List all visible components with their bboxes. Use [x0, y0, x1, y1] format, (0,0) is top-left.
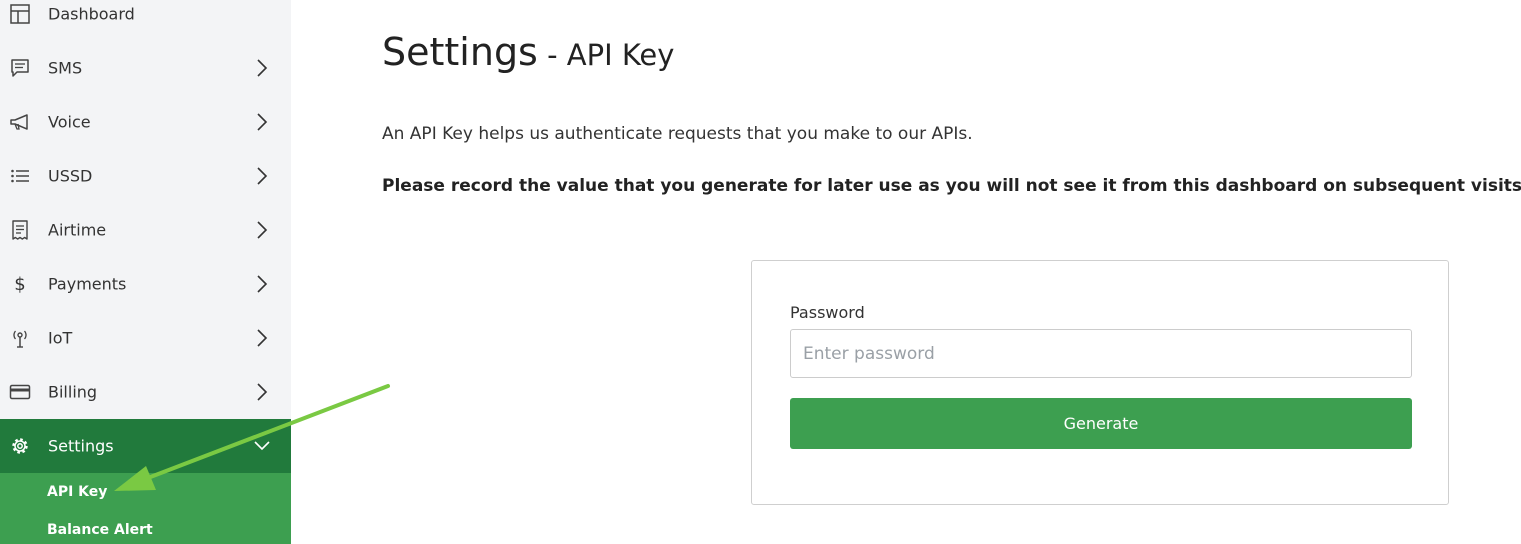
- chevron-right-icon: [257, 113, 268, 131]
- sidebar-item-label: Payments: [48, 274, 127, 294]
- gear-icon: [9, 435, 31, 457]
- receipt-icon: [9, 219, 31, 241]
- page-title-main: Settings: [382, 30, 538, 74]
- sidebar-item-label: Dashboard: [48, 4, 135, 24]
- megaphone-icon: [9, 111, 31, 133]
- sidebar-item-label: Airtime: [48, 220, 107, 240]
- svg-text:$: $: [14, 274, 25, 295]
- page-subtitle: API Key: [566, 38, 675, 72]
- sidebar-item-label: Settings: [48, 436, 114, 456]
- sidebar: Dashboard SMS Voice USSD Airtime $ Payme…: [0, 0, 291, 544]
- dollar-icon: $: [9, 273, 31, 295]
- chevron-right-icon: [257, 275, 268, 293]
- warning-note: Please record the value that you generat…: [382, 176, 1521, 196]
- chevron-down-icon: [254, 441, 270, 451]
- sidebar-item-billing[interactable]: Billing: [0, 365, 291, 419]
- settings-submenu: API Key Balance Alert: [0, 473, 291, 544]
- sidebar-item-sms[interactable]: SMS: [0, 41, 291, 95]
- antenna-icon: [9, 327, 31, 349]
- sidebar-item-dashboard[interactable]: Dashboard: [0, 0, 291, 41]
- sidebar-item-label: SMS: [48, 58, 83, 78]
- credit-card-icon: [9, 381, 31, 403]
- chevron-right-icon: [257, 329, 268, 347]
- password-label: Password: [790, 303, 865, 322]
- page-title-separator: -: [537, 38, 567, 72]
- list-icon: [9, 165, 31, 187]
- sidebar-item-label: IoT: [48, 328, 73, 348]
- sidebar-item-voice[interactable]: Voice: [0, 95, 291, 149]
- chevron-right-icon: [257, 167, 268, 185]
- chevron-right-icon: [257, 221, 268, 239]
- submenu-item-api-key[interactable]: API Key: [47, 484, 107, 500]
- sidebar-item-ussd[interactable]: USSD: [0, 149, 291, 203]
- sidebar-item-label: Voice: [48, 112, 91, 132]
- password-input[interactable]: [790, 329, 1412, 378]
- sidebar-item-label: Billing: [48, 382, 98, 402]
- submenu-item-balance-alert[interactable]: Balance Alert: [47, 522, 153, 538]
- sidebar-item-settings[interactable]: Settings: [0, 419, 291, 473]
- sidebar-item-label: USSD: [48, 166, 93, 186]
- sidebar-item-payments[interactable]: $ Payments: [0, 257, 291, 311]
- chevron-right-icon: [257, 383, 268, 401]
- sidebar-item-airtime[interactable]: Airtime: [0, 203, 291, 257]
- dashboard-icon: [9, 3, 31, 25]
- page-title: Settings - API Key: [382, 30, 674, 74]
- intro-text: An API Key helps us authenticate request…: [382, 124, 973, 144]
- generate-button[interactable]: Generate: [790, 398, 1412, 449]
- message-icon: [9, 57, 31, 79]
- sidebar-item-iot[interactable]: IoT: [0, 311, 291, 365]
- chevron-right-icon: [257, 59, 268, 77]
- api-key-form-card: Password Generate: [751, 260, 1449, 505]
